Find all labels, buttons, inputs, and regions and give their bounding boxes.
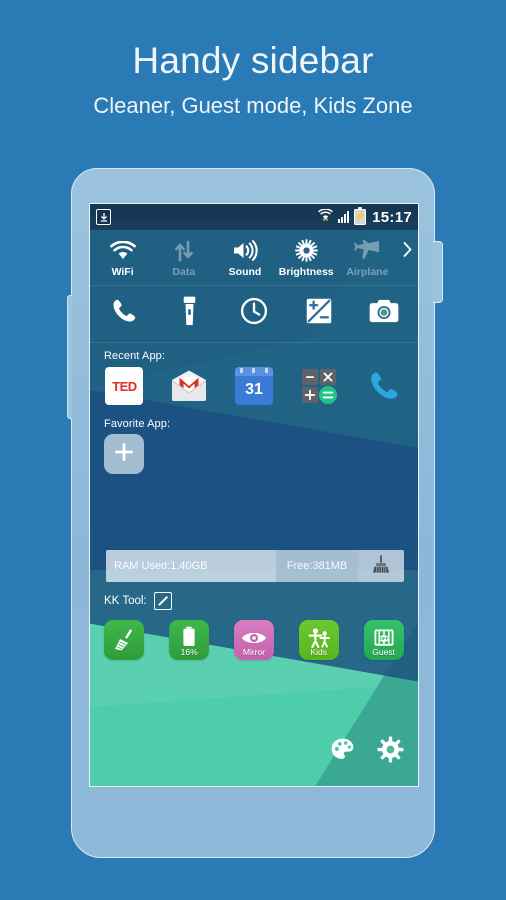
speaker-icon	[232, 238, 258, 263]
toggle-wifi[interactable]: WiFi	[92, 238, 153, 278]
broom-clean-icon	[371, 554, 391, 579]
recent-apps-row: TED 31	[90, 362, 418, 411]
kk-tile-kids[interactable]: Kids	[298, 620, 339, 660]
wifi-icon	[109, 238, 136, 263]
recent-app-ted[interactable]: TED	[92, 367, 157, 405]
kk-tile-caption: Guest	[372, 647, 395, 657]
sidebar-edge-handle[interactable]	[433, 241, 443, 303]
shortcut-exposure[interactable]	[286, 297, 351, 330]
quick-toggles-row: WiFi Data Sound Brightness Airplane	[90, 230, 418, 286]
phone-icon	[110, 297, 138, 330]
ted-app-label: TED	[112, 378, 137, 394]
guest-badge: OFF	[379, 636, 388, 641]
shortcut-flashlight[interactable]	[157, 296, 222, 331]
kk-tile-guest-cell: OFF Guest	[351, 620, 416, 660]
toggle-label: Brightness	[278, 266, 334, 278]
ted-app-icon: TED	[105, 367, 144, 405]
toggle-label: Airplane	[346, 266, 389, 278]
toggle-brightness[interactable]: Brightness	[276, 238, 337, 278]
kk-tile-kids-cell: Kids	[286, 620, 351, 660]
gmail-app-icon	[170, 367, 208, 405]
phone-screen: ⚡ 15:17 WiFi Data Sound Brightness Airpl…	[89, 203, 419, 787]
kk-tile-mirror[interactable]: Mirror	[233, 620, 274, 660]
recent-app-gmail[interactable]	[157, 367, 222, 405]
plus-icon	[113, 441, 135, 468]
data-sync-icon	[173, 238, 195, 263]
shortcut-phone[interactable]	[92, 297, 157, 330]
kk-tool-section: KK Tool: 16% Mirror Kids OFF Guest	[90, 592, 418, 660]
ram-free-label: Free:381MB	[276, 550, 358, 582]
toggle-label: WiFi	[111, 266, 134, 278]
calendar-app-icon: 31	[234, 367, 273, 405]
signal-bars-icon	[338, 211, 350, 223]
promo-header: Handy sidebar Cleaner, Guest mode, Kids …	[0, 0, 506, 119]
sidebar-content: WiFi Data Sound Brightness Airplane Rece…	[90, 230, 418, 474]
favorite-app-label: Favorite App:	[104, 418, 171, 430]
status-bar-clock: 15:17	[372, 208, 412, 226]
dialer-app-icon	[365, 367, 403, 405]
exposure-icon	[305, 297, 333, 330]
calculator-app-icon	[300, 367, 338, 405]
download-icon	[96, 209, 111, 225]
wifi-icon	[318, 208, 334, 226]
kk-tile-caption: Mirror	[242, 647, 266, 657]
recent-app-calculator[interactable]	[286, 367, 351, 405]
kk-tile-caption: 16%	[180, 647, 198, 657]
theme-palette-icon[interactable]	[330, 737, 355, 767]
toggle-data[interactable]: Data	[153, 238, 214, 278]
kk-tool-tiles: 16% Mirror Kids OFF Guest	[90, 610, 418, 660]
kk-tool-label-row: KK Tool:	[90, 592, 418, 610]
flashlight-icon	[181, 296, 198, 331]
page-subtitle: Cleaner, Guest mode, Kids Zone	[93, 93, 413, 118]
toggle-sound[interactable]: Sound	[214, 238, 275, 278]
ram-used-label: RAM Used:1.40GB	[106, 550, 276, 582]
battery-charging-icon: ⚡	[354, 207, 366, 225]
status-bar-indicators: ⚡ 15:17	[318, 207, 412, 226]
calendar-day-number: 31	[245, 380, 263, 398]
kk-tile-caption: Kids	[310, 647, 328, 657]
settings-gear-icon[interactable]	[377, 736, 404, 768]
clock-icon	[240, 297, 268, 330]
recent-app-dialer[interactable]	[351, 367, 416, 405]
edit-pencil-icon[interactable]	[153, 592, 172, 610]
status-bar: ⚡ 15:17	[90, 204, 418, 230]
shortcut-camera[interactable]	[351, 298, 416, 329]
kk-tile-guest[interactable]: OFF Guest	[363, 620, 404, 660]
airplane-icon	[354, 238, 380, 263]
sidebar-bottom-actions	[330, 736, 404, 768]
shortcut-clock[interactable]	[222, 297, 287, 330]
favorite-apps-row	[90, 430, 418, 474]
kk-tile-cleaner-cell	[92, 620, 157, 660]
volume-button[interactable]	[67, 295, 72, 419]
kk-tile-mirror-cell: Mirror	[222, 620, 287, 660]
kk-tile-battery[interactable]: 16%	[169, 620, 210, 660]
shortcuts-row	[90, 286, 418, 343]
kk-tile-battery-cell: 16%	[157, 620, 222, 660]
toggle-label: Data	[172, 266, 196, 278]
toggle-label: Sound	[228, 266, 262, 278]
page-title: Handy sidebar	[132, 40, 374, 81]
phone-mockup: ⚡ 15:17 WiFi Data Sound Brightness Airpl…	[67, 168, 443, 858]
ram-clean-button[interactable]	[358, 550, 404, 582]
brightness-gear-icon	[294, 238, 318, 263]
kk-tool-label: KK Tool:	[104, 595, 147, 607]
add-favorite-app-button[interactable]	[104, 434, 144, 474]
kk-tile-cleaner[interactable]	[104, 620, 145, 660]
recent-app-label: Recent App:	[104, 350, 166, 362]
toggle-airplane[interactable]: Airplane	[337, 238, 398, 278]
ram-status-bar[interactable]: RAM Used:1.40GB Free:381MB	[106, 550, 404, 582]
recent-app-calendar[interactable]: 31	[222, 367, 287, 405]
camera-icon	[369, 298, 399, 329]
toggles-more-button[interactable]	[398, 238, 416, 257]
